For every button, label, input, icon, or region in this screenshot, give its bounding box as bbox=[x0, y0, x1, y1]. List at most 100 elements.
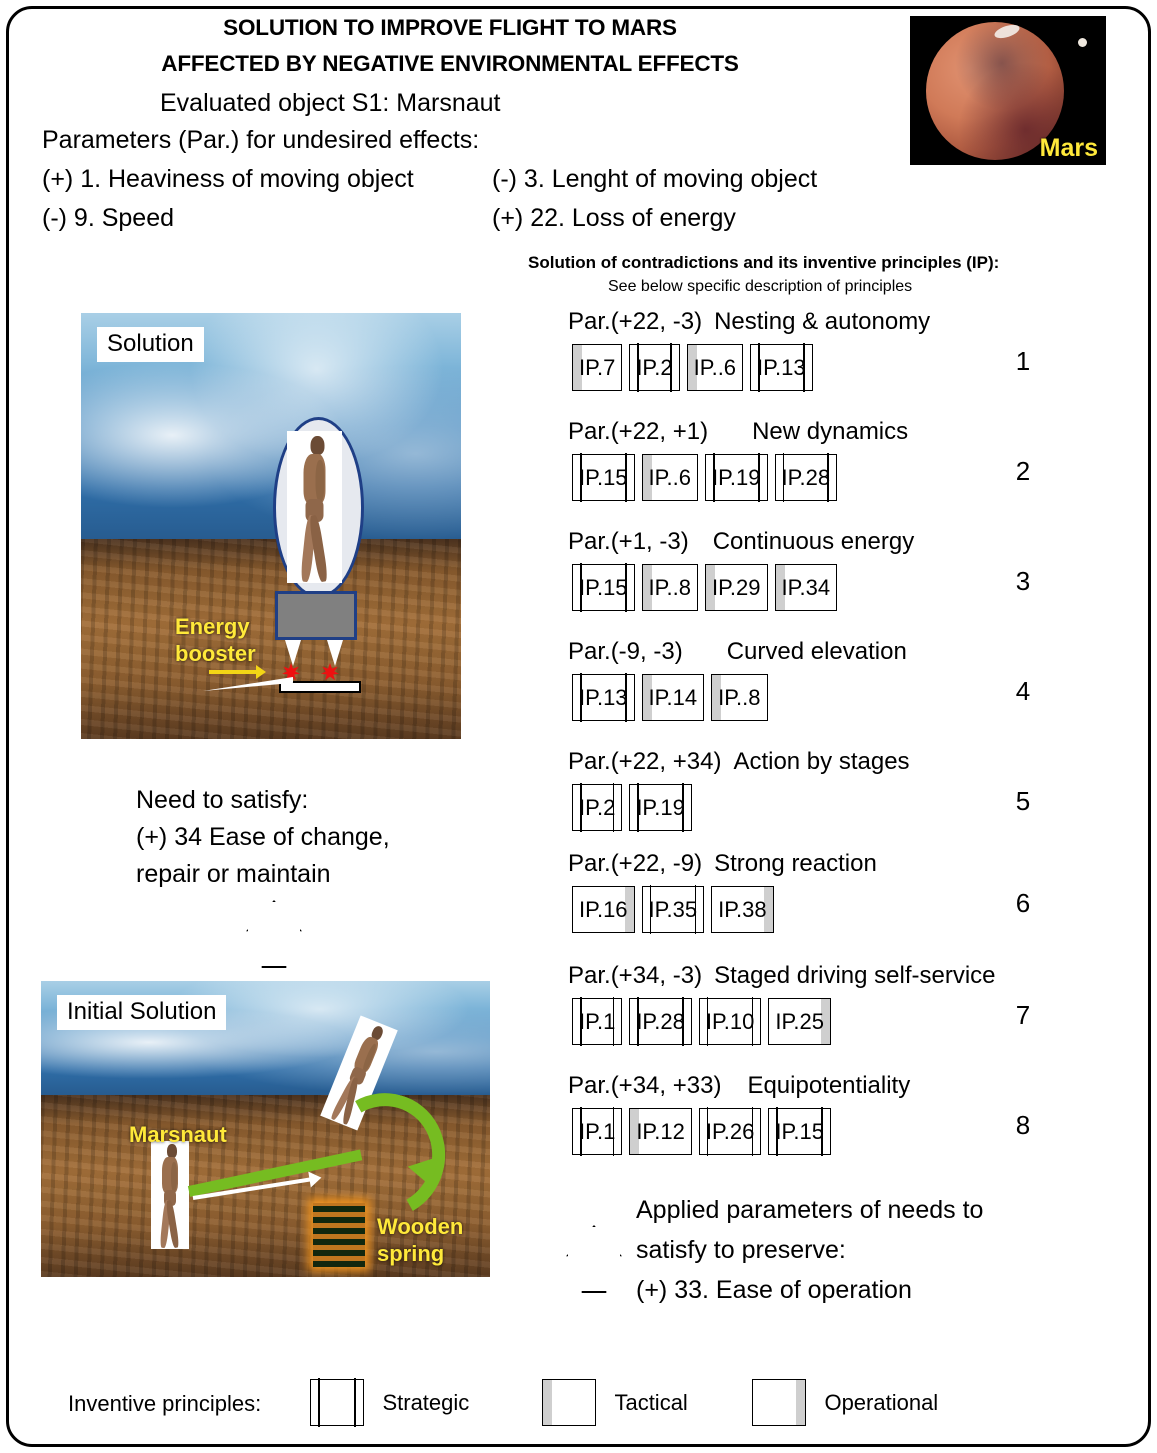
ip-box[interactable]: IP..8 bbox=[641, 564, 698, 611]
ip-box[interactable]: IP.15 bbox=[572, 453, 635, 502]
ip-box-group: IP.2 IP.19 bbox=[572, 783, 692, 832]
ip-box[interactable]: IP.16 bbox=[572, 886, 635, 933]
ip-box-label: IP.19 bbox=[711, 464, 761, 490]
ip-box[interactable]: IP.2 bbox=[629, 343, 680, 392]
ip-row-parameters: Par.(+22, +34) bbox=[568, 748, 722, 775]
ip-row-index: 6 bbox=[1015, 888, 1031, 918]
title-line-2: AFFECTED BY NEGATIVE ENVIRONMENTAL EFFEC… bbox=[161, 51, 739, 76]
nozzle-right-icon bbox=[327, 640, 343, 666]
initial-solution-tag: Initial Solution bbox=[57, 995, 227, 1030]
ip-row-index: 3 bbox=[1015, 566, 1031, 596]
ip-box-group: IP.1 IP.12 IP.26 IP.15 bbox=[572, 1107, 831, 1156]
legend-label-tactical: Tactical bbox=[614, 1389, 688, 1415]
ip-row-title: Par.(+22, -3) Nesting & autonomy bbox=[568, 308, 930, 336]
wooden-spring-graphic bbox=[313, 1203, 365, 1267]
ip-box[interactable]: IP.1 bbox=[572, 997, 623, 1046]
ip-row-parameters: Par.(-9, -3) bbox=[568, 638, 683, 665]
legend-label-strategic: Strategic bbox=[382, 1389, 470, 1415]
ip-row-parameters: Par.(+22, +1) bbox=[568, 418, 709, 445]
yellow-arrow-icon bbox=[209, 665, 266, 679]
ip-box-group: IP.15 IP..8 IP.29 IP.34 bbox=[572, 563, 838, 612]
ip-row-parameters: Par.(+34, -3) bbox=[568, 962, 703, 989]
ip-box[interactable]: IP.7 bbox=[572, 344, 623, 391]
solution-illustration: Energy booster Solution bbox=[78, 310, 464, 742]
mars-caption: Mars bbox=[1039, 134, 1098, 162]
ip-box[interactable]: IP..6 bbox=[686, 344, 744, 391]
parameters-label: Parameters (Par.) for undesired effects: bbox=[42, 126, 480, 154]
ip-box-label: IP.2 bbox=[579, 794, 616, 820]
ip-box[interactable]: IP.13 bbox=[572, 673, 635, 722]
ip-box-label: IP.26 bbox=[705, 1118, 755, 1144]
legend-swatch-strategic bbox=[310, 1378, 364, 1427]
evaluated-object-subtitle: Evaluated object S1: Marsnaut bbox=[160, 89, 501, 117]
ip-box-label: IP.28 bbox=[636, 1008, 685, 1034]
ip-box[interactable]: IP.15 bbox=[768, 1107, 831, 1156]
ip-row-index: 8 bbox=[1015, 1110, 1031, 1140]
ip-box[interactable]: IP.14 bbox=[641, 674, 705, 721]
ip-box[interactable]: IP.13 bbox=[750, 343, 813, 392]
ip-box-label: IP.34 bbox=[781, 574, 831, 600]
ip-box-label: IP.10 bbox=[705, 1008, 755, 1034]
legend-item-strategic: Strategic bbox=[310, 1378, 470, 1427]
ip-box-label: IP.15 bbox=[579, 464, 628, 490]
ip-box-label: IP.7 bbox=[579, 354, 616, 380]
ip-row-principle-name: New dynamics bbox=[752, 418, 909, 445]
solution-of-contradictions-heading: Solution of contradictions and its inven… bbox=[528, 253, 1000, 272]
ip-box-label: IP..8 bbox=[718, 684, 761, 710]
ip-box-label: IP.19 bbox=[636, 794, 685, 820]
initial-solution-illustration: Marsnaut Wooden spring Initial Solution bbox=[38, 978, 493, 1280]
legend-title: Inventive principles: bbox=[68, 1391, 262, 1416]
ip-row-title: Par.(+22, -9) Strong reaction bbox=[568, 850, 877, 878]
ip-box-label: IP..6 bbox=[648, 464, 691, 490]
ip-box-group: IP.1 IP.28 IP.10 IP.25 bbox=[572, 997, 831, 1046]
ip-box-label: IP.28 bbox=[781, 464, 831, 490]
legend-label-operational: Operational bbox=[824, 1389, 939, 1415]
ip-row-principle-name: Staged driving self-service bbox=[714, 962, 996, 989]
page-title: SOLUTION TO IMPROVE FLIGHT TO MARS AFFEC… bbox=[0, 10, 900, 82]
ip-box[interactable]: IP.15 bbox=[572, 563, 635, 612]
legend-item-tactical: Tactical bbox=[542, 1379, 688, 1426]
ip-row-index: 2 bbox=[1015, 456, 1031, 486]
ip-box-label: IP.16 bbox=[579, 896, 628, 922]
ip-box[interactable]: IP.25 bbox=[768, 998, 831, 1045]
ip-row-index: 5 bbox=[1015, 786, 1031, 816]
ip-row-principle-name: Nesting & autonomy bbox=[714, 308, 931, 335]
applied-parameters-text: Applied parameters of needs to satisfy t… bbox=[636, 1196, 984, 1304]
wooden-spring-label: Wooden spring bbox=[377, 1214, 464, 1266]
ip-box[interactable]: IP.28 bbox=[629, 997, 692, 1046]
ip-box[interactable]: IP.19 bbox=[704, 453, 768, 502]
ip-row-title: Par.(-9, -3) Curved elevation bbox=[568, 638, 907, 666]
ip-box[interactable]: IP.10 bbox=[698, 997, 762, 1046]
ip-box-label: IP.25 bbox=[775, 1008, 824, 1034]
ip-row-parameters: Par.(+22, -3) bbox=[568, 308, 703, 335]
ip-box[interactable]: IP.12 bbox=[629, 1108, 692, 1155]
ip-box[interactable]: IP.38 bbox=[711, 886, 774, 933]
ip-box-label: IP.1 bbox=[579, 1118, 616, 1144]
ip-row-principle-name: Equipotentiality bbox=[747, 1072, 911, 1099]
ip-box[interactable]: IP.2 bbox=[572, 783, 623, 832]
ip-box[interactable]: IP.34 bbox=[774, 564, 838, 611]
ip-box[interactable]: IP.29 bbox=[704, 564, 768, 611]
ip-box[interactable]: IP.19 bbox=[629, 783, 692, 832]
need-to-satisfy-text: Need to satisfy: (+) 34 Ease of change, … bbox=[136, 786, 390, 888]
ip-box-label: IP.35 bbox=[648, 896, 698, 922]
ip-box-label: IP.14 bbox=[648, 684, 698, 710]
ip-box[interactable]: IP..6 bbox=[641, 454, 698, 501]
ip-box-label: IP..6 bbox=[693, 354, 737, 380]
energy-booster-label: Energy booster bbox=[175, 614, 256, 666]
human-figure-icon bbox=[151, 1141, 189, 1249]
ip-row-title: Par.(+34, +33) Equipotentiality bbox=[568, 1072, 910, 1100]
ip-row-principle-name: Strong reaction bbox=[714, 850, 877, 877]
solution-tag: Solution bbox=[97, 327, 204, 362]
ip-row-parameters: Par.(+34, +33) bbox=[568, 1072, 722, 1099]
ip-box[interactable]: IP.35 bbox=[641, 885, 705, 934]
ip-row-title: Par.(+1, -3) Continuous energy bbox=[568, 528, 914, 556]
ip-box[interactable]: IP..8 bbox=[711, 674, 768, 721]
ip-box[interactable]: IP.1 bbox=[572, 1107, 623, 1156]
ip-box[interactable]: IP.28 bbox=[774, 453, 838, 502]
marsnaut-label: Marsnaut bbox=[129, 1122, 227, 1147]
parameter-item-1: (+) 1. Heaviness of moving object bbox=[42, 165, 414, 193]
ip-box-group: IP.7 IP.2 IP..6 IP.13 bbox=[572, 343, 813, 392]
ip-box-label: IP.29 bbox=[711, 574, 761, 600]
ip-box[interactable]: IP.26 bbox=[698, 1107, 762, 1156]
